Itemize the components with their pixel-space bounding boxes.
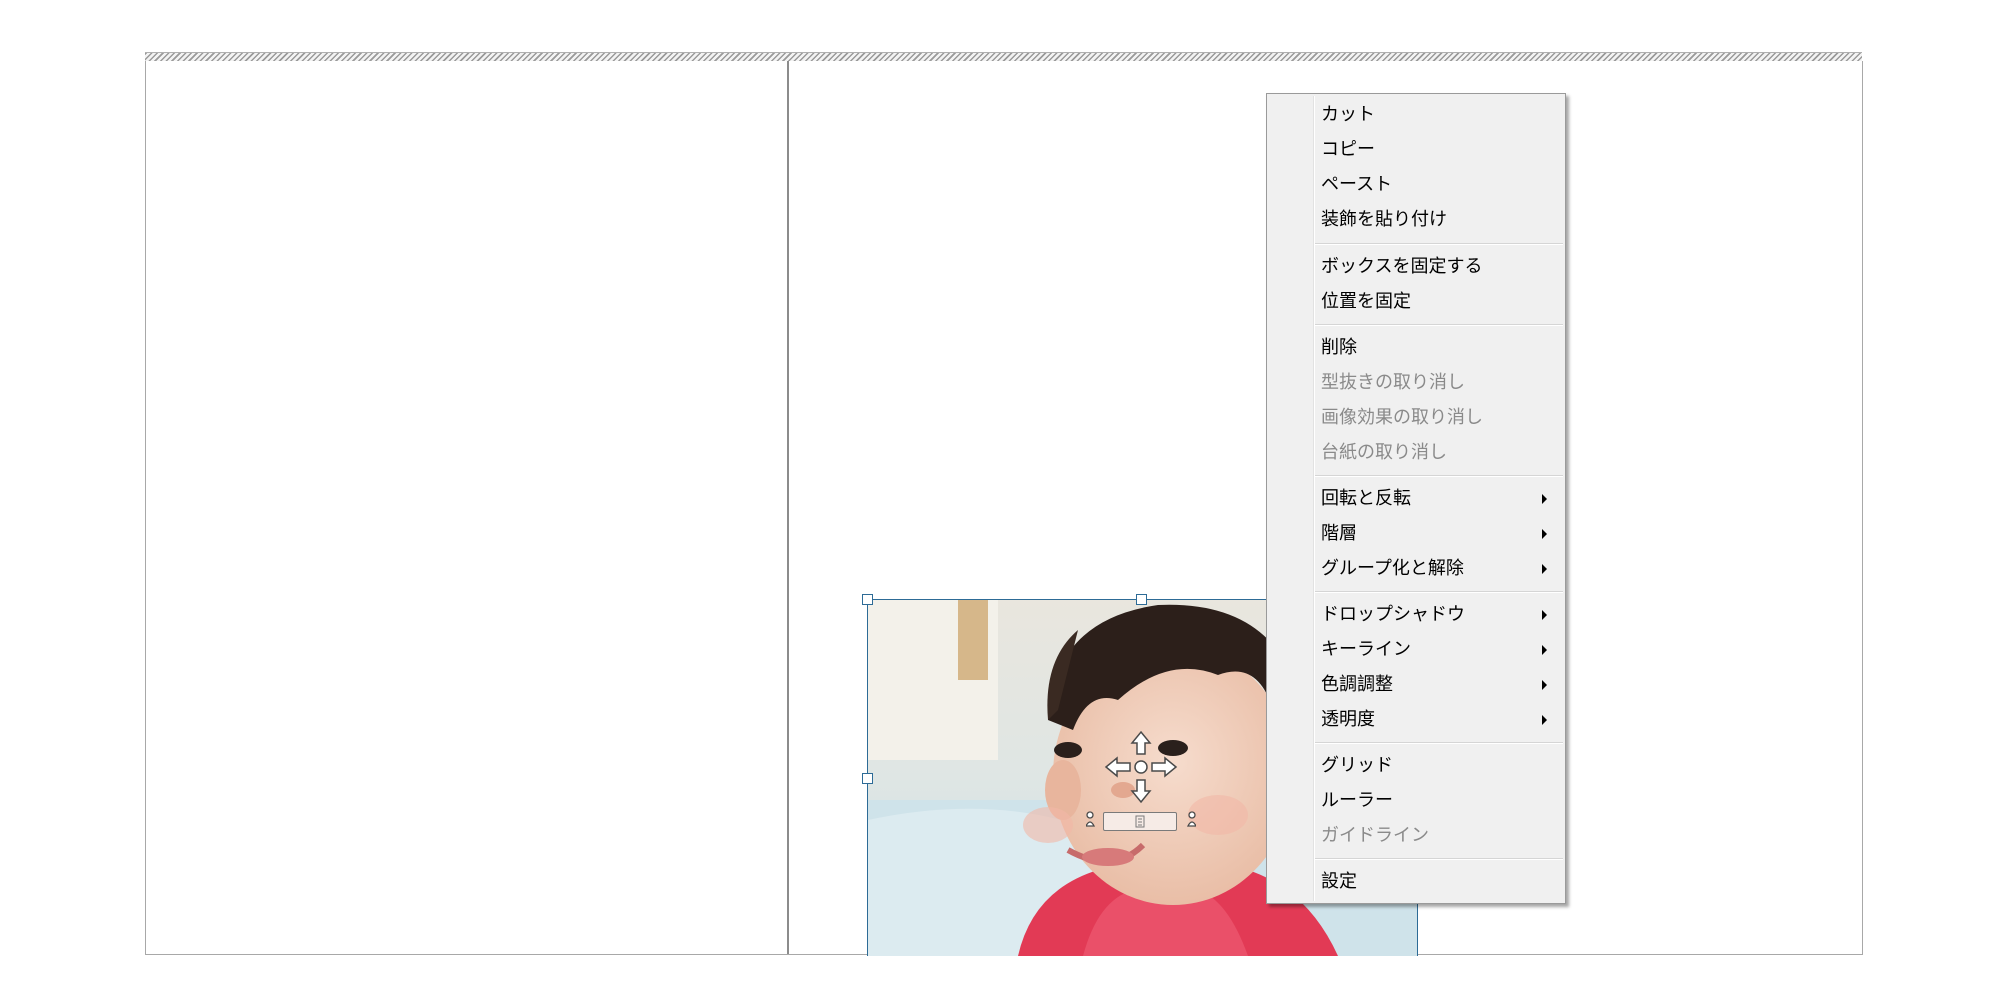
menu-separator xyxy=(1315,243,1563,245)
menu-item-delete[interactable]: 削除 xyxy=(1321,333,1565,363)
menu-label: グループ化と解除 xyxy=(1321,558,1464,579)
resize-handle-top-left[interactable] xyxy=(862,594,873,605)
menu-separator xyxy=(1315,742,1563,744)
menu-label: 削除 xyxy=(1321,337,1357,358)
text-frame-tab[interactable] xyxy=(1103,812,1177,831)
menu-label: 位置を固定 xyxy=(1321,291,1411,312)
menu-label: 型抜きの取り消し xyxy=(1321,372,1465,393)
menu-item-paste[interactable]: ペースト xyxy=(1321,170,1565,200)
menu-label: 画像効果の取り消し xyxy=(1321,407,1483,428)
menu-label: コピー xyxy=(1321,139,1375,160)
menu-item-fix-box[interactable]: ボックスを固定する xyxy=(1321,252,1565,282)
menu-item-cut[interactable]: カット xyxy=(1321,100,1565,130)
menu-label: 台紙の取り消し xyxy=(1321,442,1447,463)
text-frame-icon xyxy=(1135,815,1145,828)
menu-separator xyxy=(1315,858,1563,860)
menu-separator xyxy=(1315,324,1563,326)
menu-label: 回転と反転 xyxy=(1321,488,1411,509)
chevron-right-icon xyxy=(1542,529,1547,539)
menu-item-color-adjust[interactable]: 色調調整 xyxy=(1321,670,1565,700)
menu-separator xyxy=(1315,591,1563,593)
menu-label: グリッド xyxy=(1321,755,1393,776)
menu-item-layer[interactable]: 階層 xyxy=(1321,519,1565,549)
left-page[interactable] xyxy=(146,61,789,954)
chevron-right-icon xyxy=(1542,715,1547,725)
menu-item-ruler[interactable]: ルーラー xyxy=(1321,786,1565,816)
menu-label: 設定 xyxy=(1321,871,1357,892)
menu-item-rotate-flip[interactable]: 回転と反転 xyxy=(1321,484,1565,514)
context-menu: カット コピー ペースト 装飾を貼り付け ボックスを固定する 位置を固定 削除 … xyxy=(1266,93,1566,904)
resize-handle-middle-left[interactable] xyxy=(862,773,873,784)
chevron-right-icon xyxy=(1542,494,1547,504)
menu-label: カット xyxy=(1321,104,1375,125)
menu-label: ドロップシャドウ xyxy=(1321,604,1465,625)
menu-label: ガイドライン xyxy=(1321,825,1429,846)
menu-label: ペースト xyxy=(1321,174,1393,195)
menu-label: 色調調整 xyxy=(1321,674,1393,695)
chevron-right-icon xyxy=(1542,680,1547,690)
chevron-right-icon xyxy=(1542,610,1547,620)
menu-item-transparency[interactable]: 透明度 xyxy=(1321,705,1565,735)
menu-item-keyline[interactable]: キーライン xyxy=(1321,635,1565,665)
menu-label: ボックスを固定する xyxy=(1321,256,1483,277)
menu-item-paste-decoration[interactable]: 装飾を貼り付け xyxy=(1321,205,1565,235)
menu-item-undo-cutout: 型抜きの取り消し xyxy=(1321,368,1565,398)
menu-item-copy[interactable]: コピー xyxy=(1321,135,1565,165)
menu-item-undo-mount: 台紙の取り消し xyxy=(1321,438,1565,468)
menu-label: 透明度 xyxy=(1321,709,1375,730)
chevron-right-icon xyxy=(1542,564,1547,574)
menu-label: 階層 xyxy=(1321,523,1357,544)
menu-label: キーライン xyxy=(1321,639,1411,660)
menu-item-group-ungroup[interactable]: グループ化と解除 xyxy=(1321,554,1565,584)
menu-label: ルーラー xyxy=(1321,790,1393,811)
menu-label: 装飾を貼り付け xyxy=(1321,209,1447,230)
menu-item-undo-image-effect: 画像効果の取り消し xyxy=(1321,403,1565,433)
menu-item-grid[interactable]: グリッド xyxy=(1321,751,1565,781)
chevron-right-icon xyxy=(1542,645,1547,655)
menu-item-settings[interactable]: 設定 xyxy=(1321,867,1565,897)
menu-item-guideline: ガイドライン xyxy=(1321,821,1565,851)
resize-handle-top-middle[interactable] xyxy=(1136,594,1147,605)
menu-item-drop-shadow[interactable]: ドロップシャドウ xyxy=(1321,600,1565,630)
menu-separator xyxy=(1315,475,1563,477)
menu-item-fix-position[interactable]: 位置を固定 xyxy=(1321,287,1565,317)
menu-icon-gutter xyxy=(1313,96,1315,901)
